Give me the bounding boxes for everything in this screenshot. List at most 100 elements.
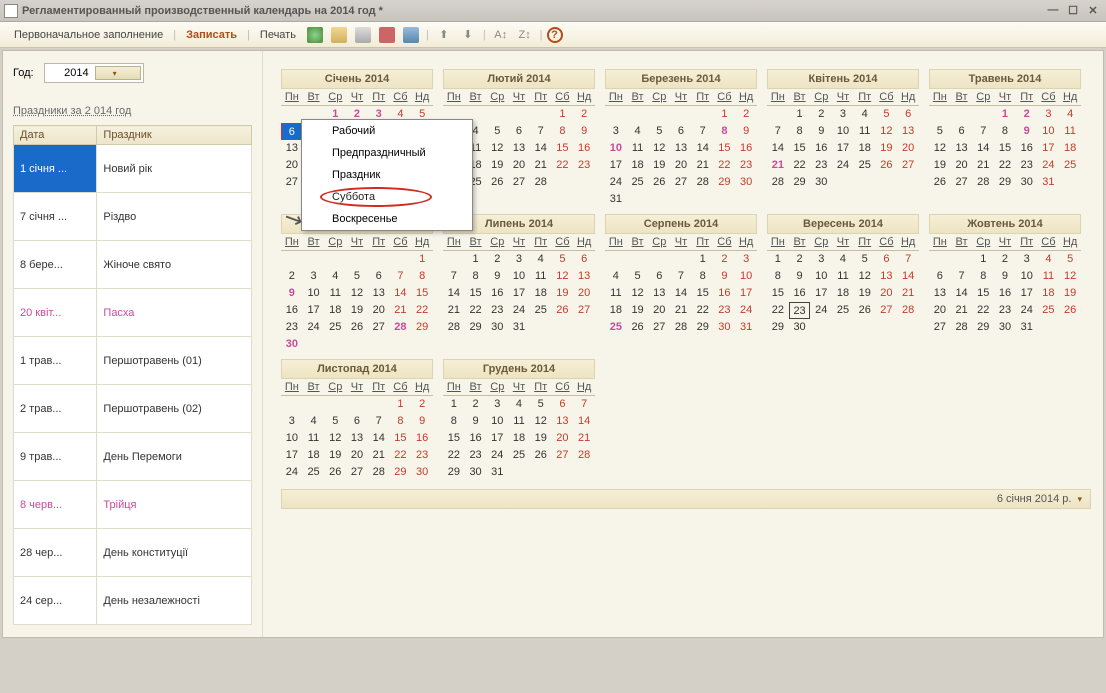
- day-cell[interactable]: 14: [530, 140, 552, 157]
- day-cell[interactable]: 9: [281, 285, 303, 302]
- copy-icon[interactable]: [331, 27, 347, 43]
- day-cell[interactable]: 21: [897, 285, 919, 302]
- day-cell[interactable]: 26: [530, 447, 552, 464]
- day-cell[interactable]: 9: [486, 268, 508, 285]
- day-cell[interactable]: 11: [832, 268, 854, 285]
- day-cell[interactable]: 10: [735, 268, 757, 285]
- day-cell[interactable]: 30: [486, 319, 508, 336]
- day-cell[interactable]: 12: [324, 430, 346, 447]
- day-cell[interactable]: 27: [508, 174, 530, 191]
- col-name[interactable]: Праздник: [97, 126, 252, 145]
- day-cell[interactable]: 28: [530, 174, 552, 191]
- sort-asc-icon[interactable]: A↕: [493, 27, 509, 43]
- day-cell[interactable]: 2: [994, 251, 1016, 268]
- day-cell[interactable]: 22: [552, 157, 574, 174]
- day-cell[interactable]: 11: [530, 268, 552, 285]
- day-cell[interactable]: 22: [411, 302, 433, 319]
- day-cell[interactable]: 2: [810, 106, 832, 123]
- day-cell[interactable]: 6: [281, 123, 303, 140]
- day-cell[interactable]: 3: [735, 251, 757, 268]
- day-cell[interactable]: 23: [810, 157, 832, 174]
- day-cell[interactable]: 30: [994, 319, 1016, 336]
- delete-icon[interactable]: [379, 27, 395, 43]
- day-cell[interactable]: 30: [714, 319, 736, 336]
- day-cell[interactable]: 11: [627, 140, 649, 157]
- day-cell[interactable]: 23: [735, 157, 757, 174]
- day-cell[interactable]: 26: [648, 174, 670, 191]
- day-cell[interactable]: 14: [767, 140, 789, 157]
- day-cell[interactable]: 25: [1059, 157, 1081, 174]
- day-cell[interactable]: 4: [854, 106, 876, 123]
- day-cell[interactable]: 5: [346, 268, 368, 285]
- day-cell[interactable]: 30: [735, 174, 757, 191]
- day-cell[interactable]: 23: [573, 157, 595, 174]
- day-cell[interactable]: 14: [670, 285, 692, 302]
- day-cell[interactable]: 19: [929, 157, 951, 174]
- day-cell[interactable]: 31: [508, 319, 530, 336]
- day-cell[interactable]: 3: [810, 251, 832, 268]
- day-cell[interactable]: 15: [714, 140, 736, 157]
- refresh-icon[interactable]: [307, 27, 323, 43]
- day-cell[interactable]: 26: [346, 319, 368, 336]
- day-cell[interactable]: 21: [972, 157, 994, 174]
- day-cell[interactable]: 22: [692, 302, 714, 319]
- day-cell[interactable]: 13: [648, 285, 670, 302]
- day-cell[interactable]: 14: [443, 285, 465, 302]
- day-cell[interactable]: 24: [303, 319, 325, 336]
- day-cell[interactable]: 16: [465, 430, 487, 447]
- day-cell[interactable]: 31: [605, 191, 627, 208]
- day-cell[interactable]: 15: [972, 285, 994, 302]
- help-icon[interactable]: ?: [547, 27, 563, 43]
- day-cell[interactable]: 28: [692, 174, 714, 191]
- day-cell[interactable]: 31: [1016, 319, 1038, 336]
- day-cell[interactable]: 16: [714, 285, 736, 302]
- day-cell[interactable]: 10: [303, 285, 325, 302]
- day-cell[interactable]: 7: [390, 268, 412, 285]
- day-cell[interactable]: 30: [789, 319, 811, 336]
- day-cell[interactable]: 9: [735, 123, 757, 140]
- day-cell[interactable]: 22: [714, 157, 736, 174]
- day-cell[interactable]: 11: [1038, 268, 1060, 285]
- day-cell[interactable]: 4: [605, 268, 627, 285]
- day-cell[interactable]: 2: [281, 268, 303, 285]
- day-cell[interactable]: 19: [486, 157, 508, 174]
- day-cell[interactable]: 17: [832, 140, 854, 157]
- day-cell[interactable]: 17: [735, 285, 757, 302]
- day-cell[interactable]: 24: [486, 447, 508, 464]
- day-cell[interactable]: 15: [692, 285, 714, 302]
- day-cell[interactable]: 7: [767, 123, 789, 140]
- day-cell[interactable]: 29: [692, 319, 714, 336]
- day-cell[interactable]: 31: [1038, 174, 1060, 191]
- day-cell[interactable]: 2: [789, 251, 811, 268]
- day-cell[interactable]: 11: [854, 123, 876, 140]
- ctx-hol[interactable]: Праздник: [302, 164, 472, 186]
- day-cell[interactable]: 18: [1038, 285, 1060, 302]
- day-cell[interactable]: 24: [1016, 302, 1038, 319]
- day-cell[interactable]: 25: [832, 302, 854, 319]
- day-cell[interactable]: 10: [281, 430, 303, 447]
- day-cell[interactable]: 14: [573, 413, 595, 430]
- day-cell[interactable]: 19: [648, 157, 670, 174]
- day-cell[interactable]: 18: [303, 447, 325, 464]
- day-cell[interactable]: 2: [714, 251, 736, 268]
- day-cell[interactable]: 9: [994, 268, 1016, 285]
- day-cell[interactable]: 8: [465, 268, 487, 285]
- day-cell[interactable]: 28: [670, 319, 692, 336]
- day-cell[interactable]: 21: [767, 157, 789, 174]
- day-cell[interactable]: 23: [994, 302, 1016, 319]
- disk-icon[interactable]: [403, 27, 419, 43]
- day-cell[interactable]: 5: [876, 106, 898, 123]
- day-cell[interactable]: 7: [368, 413, 390, 430]
- day-cell[interactable]: 6: [876, 251, 898, 268]
- day-cell[interactable]: 19: [552, 285, 574, 302]
- day-cell[interactable]: 27: [648, 319, 670, 336]
- day-cell[interactable]: 20: [346, 447, 368, 464]
- day-cell[interactable]: 22: [443, 447, 465, 464]
- day-cell[interactable]: 8: [552, 123, 574, 140]
- day-cell[interactable]: 24: [735, 302, 757, 319]
- day-cell[interactable]: 23: [411, 447, 433, 464]
- day-cell[interactable]: 12: [648, 140, 670, 157]
- day-cell[interactable]: 16: [486, 285, 508, 302]
- day-cell[interactable]: 6: [929, 268, 951, 285]
- day-cell[interactable]: 27: [951, 174, 973, 191]
